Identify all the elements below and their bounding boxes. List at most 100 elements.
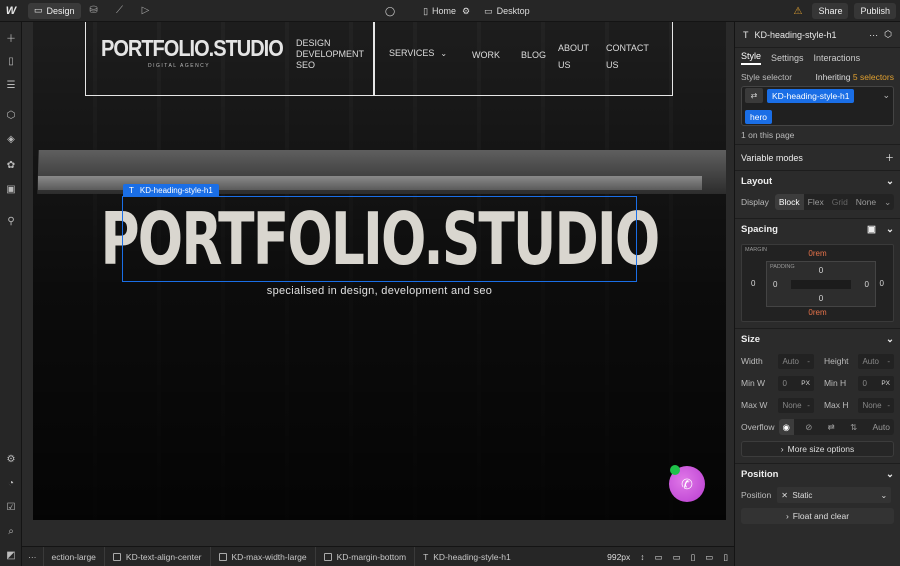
class-chip[interactable]: KD-heading-style-h1 [767, 88, 855, 103]
warning-icon[interactable]: ⚠ [793, 6, 802, 17]
inheriting-info[interactable]: Inheriting 5 selectors [816, 72, 894, 82]
position-section-header[interactable]: Position ⌄ [735, 463, 900, 485]
display-block-option[interactable]: Block [774, 194, 804, 210]
add-icon[interactable]: ＋ [0, 28, 22, 46]
page-settings-gear-icon[interactable]: ⚙ [462, 6, 470, 17]
min-height-input[interactable]: 0 PX [858, 375, 894, 391]
margin-bottom-value[interactable]: 0rem [742, 308, 893, 317]
analytics-icon[interactable]: ⟋ [107, 0, 133, 22]
padding-right-value[interactable]: 0 [865, 280, 869, 289]
site-preview: PORTFOLIO.STUDIO DIGITAL AGENCY DESIGN D… [33, 22, 726, 520]
spacing-section-header[interactable]: Spacing ▣ ⌄ [735, 218, 900, 240]
help-icon[interactable]: ◩ [0, 546, 22, 564]
combo-class-icon[interactable]: ⇄ [745, 88, 763, 103]
nav-service-seo[interactable]: SEO [296, 60, 356, 71]
nav-service-list: DESIGN DEVELOPMENT SEO [296, 38, 364, 71]
height-input[interactable]: Auto - [858, 353, 894, 369]
webflow-logo[interactable]: W [0, 0, 22, 22]
chevron-down-icon[interactable]: ⌄ [880, 194, 894, 210]
assets-icon[interactable]: ▣ [0, 180, 22, 198]
style-selector-field[interactable]: ⇄ KD-heading-style-h1 ⌄ hero [741, 86, 894, 126]
display-none-option[interactable]: None [852, 194, 880, 210]
page-selector[interactable]: ▯ Home [423, 6, 456, 17]
more-size-options-button[interactable]: › More size options [741, 441, 894, 457]
margin-right-value[interactable]: 0 [880, 279, 884, 288]
combo-class-chip[interactable]: hero [745, 110, 773, 124]
audit-icon[interactable]: ◔ [0, 474, 22, 492]
checklist-icon[interactable]: ☑ [0, 498, 22, 516]
publish-button[interactable]: Publish [854, 3, 896, 19]
nav-blog-link[interactable]: BLOG [521, 50, 546, 60]
nav-service-design[interactable]: DESIGN [296, 38, 356, 49]
padding-bottom-value[interactable]: 0 [767, 294, 875, 303]
breadcrumb-more-icon[interactable]: ··· [22, 546, 44, 566]
breadcrumb-item[interactable]: T KD-heading-style-h1 [415, 547, 519, 566]
mobile-view-icon[interactable]: ▯ [723, 552, 728, 563]
spacing-preset-icon[interactable]: ▣ [867, 224, 876, 235]
logic-icon[interactable]: ⚲ [0, 212, 22, 230]
breadcrumb-item[interactable]: KD-text-align-center [105, 546, 211, 566]
resize-width-icon[interactable]: ↕ [640, 552, 644, 562]
padding-left-value[interactable]: 0 [773, 280, 777, 289]
tab-interactions[interactable]: Interactions [814, 53, 861, 63]
overflow-hidden-icon[interactable]: ⊘ [801, 419, 816, 435]
tablet-landscape-icon[interactable]: ▭ [673, 552, 681, 563]
margin-left-value[interactable]: 0 [751, 279, 755, 288]
search-icon[interactable]: ⌕ [0, 522, 22, 540]
nav-about-link[interactable]: ABOUT US [558, 40, 600, 74]
overflow-scroll-icon[interactable]: ⇄ [824, 419, 839, 435]
viewport-width[interactable]: 992px [607, 552, 630, 562]
breadcrumb-item[interactable]: KD-max-width-large [211, 546, 316, 566]
min-height-unit[interactable]: PX [881, 380, 890, 387]
tab-style[interactable]: Style [741, 51, 762, 65]
max-height-input[interactable]: None - [858, 397, 894, 413]
size-section-header[interactable]: Size ⌄ [735, 328, 900, 350]
design-canvas[interactable]: PORTFOLIO.STUDIO DIGITAL AGENCY DESIGN D… [22, 22, 734, 546]
components-icon[interactable]: ⬡ [0, 106, 22, 124]
site-logo[interactable]: PORTFOLIO.STUDIO [101, 36, 284, 62]
more-options-icon[interactable]: ··· [869, 30, 878, 40]
variable-modes-row[interactable]: Variable modes ＋ [735, 144, 900, 170]
style-manager-icon[interactable]: ✿ [0, 156, 22, 174]
min-width-unit[interactable]: PX [801, 380, 810, 387]
desktop-view-icon[interactable]: ▭ [655, 552, 663, 563]
navigator-icon[interactable]: ☰ [0, 76, 22, 94]
nav-service-development[interactable]: DEVELOPMENT [296, 49, 364, 60]
design-mode-button[interactable]: ▭ Design [28, 2, 81, 19]
breadcrumb-item[interactable]: KD-margin-bottom [316, 546, 416, 566]
margin-top-value[interactable]: 0rem [742, 249, 893, 258]
preview-play-icon[interactable]: ▷ [133, 0, 159, 22]
float-and-clear-button[interactable]: › Float and clear [741, 508, 894, 524]
breakpoint-selector[interactable]: ▭ Desktop [484, 6, 530, 17]
mobile-landscape-icon[interactable]: ▭ [705, 552, 713, 563]
nav-work-link[interactable]: WORK [472, 50, 500, 60]
padding-top-value[interactable]: 0 [767, 266, 875, 275]
add-icon[interactable]: ＋ [885, 151, 894, 164]
overflow-scroll-y-icon[interactable]: ⇅ [846, 419, 861, 435]
overflow-visible-eye-icon[interactable]: ◉ [778, 419, 794, 435]
component-icon[interactable]: ⬡ [884, 29, 892, 40]
nav-contact-link[interactable]: CONTACT US [606, 40, 658, 74]
cms-icon[interactable]: ⛁ [81, 0, 107, 22]
min-width-input[interactable]: 0 PX [778, 375, 814, 391]
tab-settings[interactable]: Settings [771, 53, 804, 63]
breadcrumb-item[interactable]: ection-large [44, 546, 105, 566]
display-grid-option[interactable]: Grid [828, 194, 852, 210]
share-button[interactable]: Share [812, 3, 849, 19]
settings-gear-icon[interactable]: ⚙ [0, 450, 22, 468]
layout-section-header[interactable]: Layout ⌄ [735, 170, 900, 192]
hero-subtitle[interactable]: specialised in design, development and s… [33, 285, 726, 297]
chevron-down-icon[interactable]: ⌄ [882, 90, 890, 101]
position-select[interactable]: ✕ Static ⌄ [777, 487, 892, 503]
display-flex-option[interactable]: Flex [804, 194, 828, 210]
pages-icon[interactable]: ▯ [0, 52, 22, 70]
selection-label[interactable]: T KD-heading-style-h1 [123, 184, 219, 197]
width-input[interactable]: Auto - [778, 353, 814, 369]
overflow-auto-option[interactable]: Auto [868, 419, 894, 435]
nav-services-dropdown[interactable]: SERVICES ⌄ [389, 48, 447, 58]
site-navbar[interactable]: PORTFOLIO.STUDIO DIGITAL AGENCY DESIGN D… [85, 22, 673, 96]
max-width-input[interactable]: None - [778, 397, 814, 413]
tablet-view-icon[interactable]: ▯ [691, 552, 696, 563]
globe-icon[interactable]: ◯ [385, 6, 395, 17]
variables-icon[interactable]: ◈ [0, 130, 22, 148]
